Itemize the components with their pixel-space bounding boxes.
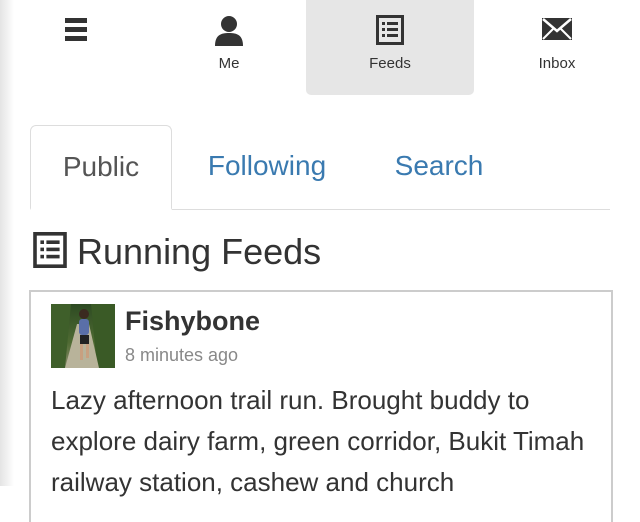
feed-list-icon xyxy=(33,231,67,273)
nav-menu-button[interactable] xyxy=(14,0,138,95)
tab-search[interactable]: Search xyxy=(374,125,504,207)
feed-tabs: Public Following Search xyxy=(30,125,610,210)
hamburger-menu-icon xyxy=(14,15,138,47)
post-text: Lazy afternoon trail run. Brought buddy … xyxy=(51,385,585,497)
nav-feeds-button[interactable]: Feeds xyxy=(306,0,474,95)
post-author[interactable]: Fishybone xyxy=(125,306,260,337)
tab-public[interactable]: Public xyxy=(30,125,172,210)
nav-inbox-label: Inbox xyxy=(538,55,576,72)
user-icon xyxy=(148,15,310,47)
nav-me-label: Me xyxy=(218,55,240,72)
avatar[interactable] xyxy=(51,304,115,368)
page-title: Running Feeds xyxy=(77,231,322,272)
section-heading: Running Feeds xyxy=(33,230,321,274)
post-timestamp: 8 minutes ago xyxy=(125,345,239,365)
feed-item[interactable]: Fishybone 8 minutes ago Lazy afternoon t… xyxy=(29,290,613,522)
nav-me-button[interactable]: Me xyxy=(148,0,310,95)
top-navigation: Me Feeds Inbox xyxy=(0,0,640,96)
nav-feeds-label: Feeds xyxy=(369,55,411,72)
nav-inbox-button[interactable]: Inbox xyxy=(476,0,638,95)
envelope-icon xyxy=(476,15,638,47)
tab-following[interactable]: Following xyxy=(190,125,344,207)
feed-list-icon xyxy=(306,15,474,47)
